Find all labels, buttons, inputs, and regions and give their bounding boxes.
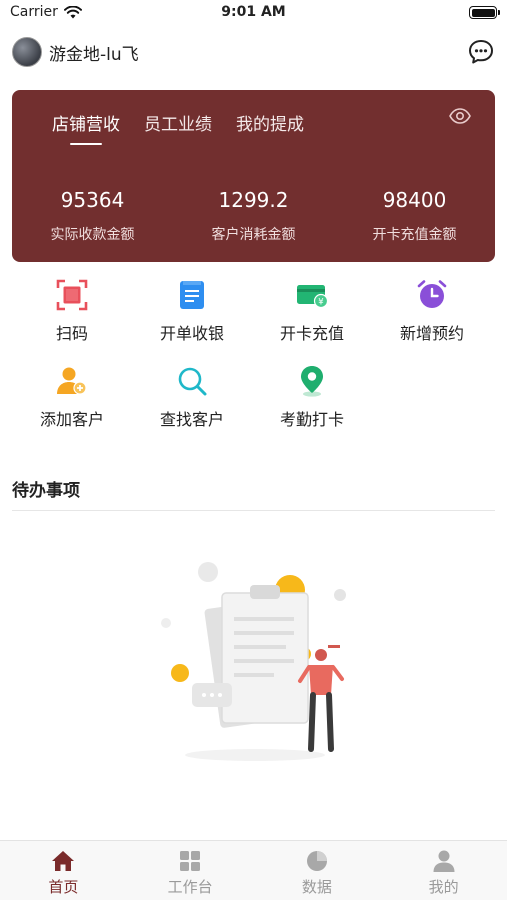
battery-icon [469, 6, 500, 19]
action-attendance[interactable]: 考勤打卡 [252, 364, 372, 430]
action-card-recharge[interactable]: ¥ 开卡充值 [252, 278, 372, 344]
action-label: 扫码 [55, 324, 88, 343]
revenue-card: 店铺营收 员工业绩 我的提成 95364 实际收款金额 1299.2 客户消耗金… [12, 90, 495, 262]
stat-value: 1299.2 [218, 188, 289, 212]
status-bar: Carrier 9:01 AM [0, 0, 507, 26]
action-scan[interactable]: 扫码 [12, 278, 132, 344]
stat-actual-receipts: 95364 实际收款金额 [12, 188, 173, 244]
username: 游金地-lu飞 [49, 44, 139, 65]
action-label: 添加客户 [39, 410, 104, 429]
stat-customer-consumption: 1299.2 客户消耗金额 [173, 188, 334, 244]
stat-value: 98400 [382, 188, 447, 212]
action-label: 新增预约 [399, 324, 464, 343]
eye-icon[interactable] [449, 108, 471, 124]
status-time: 9:01 AM [221, 4, 286, 20]
action-label: 查找客户 [159, 410, 224, 429]
alarm-clock-icon [417, 280, 447, 308]
divider [12, 510, 495, 511]
action-add-customer[interactable]: 添加客户 [12, 364, 132, 430]
todo-section-title: 待办事项 [12, 481, 80, 501]
nav-home[interactable]: 首页 [0, 841, 127, 900]
action-label: 开单收银 [159, 324, 224, 343]
location-pin-icon [301, 366, 323, 397]
nav-label: 我的 [428, 878, 459, 896]
receipt-icon [180, 281, 204, 309]
nav-label: 数据 [301, 878, 332, 896]
stats-row: 95364 实际收款金额 1299.2 客户消耗金额 98400 开卡充值金额 [12, 188, 495, 244]
tab-my-commission[interactable]: 我的提成 [236, 110, 304, 135]
tab-store-revenue[interactable]: 店铺营收 [52, 110, 120, 145]
scan-icon [56, 279, 88, 311]
tab-staff-performance[interactable]: 员工业绩 [144, 110, 212, 135]
nav-label: 工作台 [167, 878, 213, 896]
home-icon [52, 851, 75, 871]
user-icon [433, 850, 455, 872]
avatar[interactable] [12, 37, 42, 67]
header: 游金地-lu飞 [12, 34, 495, 70]
nav-workbench[interactable]: 工作台 [127, 841, 254, 900]
pie-chart-icon [306, 851, 327, 871]
stat-label: 实际收款金额 [50, 227, 135, 243]
stat-label: 客户消耗金额 [211, 227, 296, 243]
bottom-nav: 首页 工作台 数据 我的 [0, 840, 507, 900]
card-recharge-icon: ¥ [297, 285, 329, 309]
action-new-appointment[interactable]: 新增预约 [372, 278, 492, 344]
stat-value: 95364 [60, 188, 125, 212]
action-label: 开卡充值 [279, 324, 344, 343]
chat-bubble-icon[interactable] [467, 38, 495, 66]
stat-card-recharge: 98400 开卡充值金额 [334, 188, 495, 244]
quick-actions-grid: 扫码 开单收银 ¥ 开卡充值 新增预约 添加客户 查找客户 考勤打卡 [12, 278, 495, 430]
revenue-tabs: 店铺营收 员工业绩 我的提成 [52, 110, 304, 145]
grid-icon [180, 851, 201, 871]
nav-mine[interactable]: 我的 [380, 841, 507, 900]
empty-state-illustration [161, 562, 346, 761]
nav-data[interactable]: 数据 [254, 841, 381, 900]
action-cashier-order[interactable]: 开单收银 [132, 278, 252, 344]
action-search-customer[interactable]: 查找客户 [132, 364, 252, 430]
svg-text:¥: ¥ [318, 297, 324, 307]
nav-label: 首页 [48, 878, 79, 896]
action-label: 考勤打卡 [279, 410, 344, 429]
add-user-icon [57, 367, 87, 395]
stat-label: 开卡充值金额 [372, 227, 457, 243]
search-icon [178, 367, 207, 396]
